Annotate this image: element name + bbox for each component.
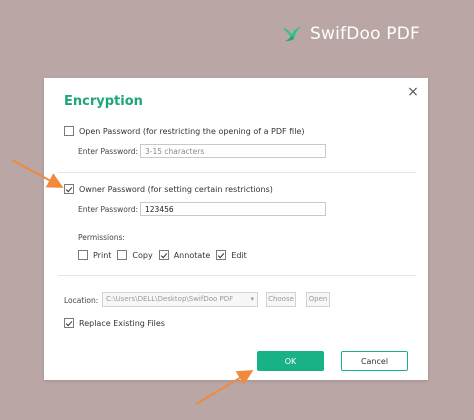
owner-password-input[interactable] [140,202,326,216]
owner-password-label: Owner Password (for setting certain rest… [79,184,273,194]
open-password-field-label: Enter Password: [78,147,139,156]
copy-checkbox[interactable] [117,250,128,260]
owner-password-checkbox[interactable] [64,184,74,194]
permission-copy[interactable]: Copy [117,250,153,260]
owner-password-row[interactable]: Owner Password (for setting certain rest… [64,184,273,194]
location-value: C:\Users\DELL\Desktop\SwifDoo PDF [106,295,234,303]
permissions-label: Permissions: [78,233,125,242]
ok-button[interactable]: OK [257,351,324,371]
copy-label: Copy [132,250,153,260]
print-checkbox[interactable] [78,250,88,260]
open-password-input[interactable] [140,144,326,158]
open-password-checkbox[interactable] [64,126,74,136]
cancel-label: Cancel [360,356,389,366]
open-button[interactable]: Open [306,292,330,307]
annotate-checkbox[interactable] [158,250,169,260]
replace-existing-label: Replace Existing Files [79,318,165,328]
edit-label: Edit [231,250,247,260]
brand-name: SwifDoo PDF [310,24,421,44]
dialog-title: Encryption [64,94,143,109]
chevron-down-icon: ▾ [250,295,254,303]
cancel-button[interactable]: Cancel [341,351,408,371]
checkmark-icon [65,320,73,326]
section-divider [58,172,416,173]
choose-button[interactable]: Choose [266,292,296,307]
permission-edit[interactable]: Edit [216,250,247,260]
permission-print[interactable]: Print [78,250,111,260]
checkmark-icon [218,252,225,258]
encryption-dialog: Encryption × Open Password (for restrict… [44,78,428,380]
close-icon[interactable]: × [406,85,420,99]
open-password-label: Open Password (for restricting the openi… [79,126,305,136]
permissions-group: Print Copy Annotate Edit [78,250,253,260]
owner-password-field-label: Enter Password: [78,205,139,214]
checkmark-icon [160,252,167,258]
replace-existing-row[interactable]: Replace Existing Files [64,318,165,328]
annotate-label: Annotate [173,250,211,260]
ok-label: OK [284,356,297,366]
print-label: Print [93,250,112,260]
permission-annotate[interactable]: Annotate [158,250,211,260]
swift-bird-icon [280,22,304,46]
section-divider [58,275,416,276]
location-select[interactable]: C:\Users\DELL\Desktop\SwifDoo PDF ▾ [102,292,258,307]
brand-header: SwifDoo PDF [280,20,420,48]
replace-existing-checkbox[interactable] [64,318,74,328]
location-label: Location: [64,296,99,305]
open-password-row[interactable]: Open Password (for restricting the openi… [64,126,304,136]
checkmark-icon [65,186,73,192]
edit-checkbox[interactable] [216,250,227,260]
